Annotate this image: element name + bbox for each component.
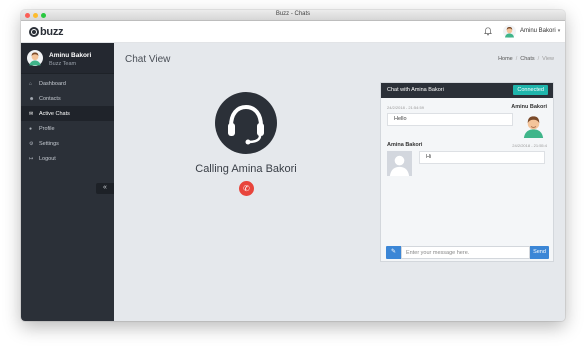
calling-text: Calling Amina Bakori bbox=[195, 163, 297, 175]
window-title: Buzz - Chats bbox=[275, 11, 311, 17]
sidebar-menu: ⌂ Dashboard ☻ Contacts ✉ Active Chats ● … bbox=[21, 76, 114, 166]
window-titlebar: Buzz - Chats bbox=[21, 10, 565, 21]
sidebar-item-label: Dashboard bbox=[39, 80, 66, 87]
sidebar-profile: Aminu Bakori Buzz Team bbox=[21, 43, 114, 74]
sidebar-item-label: Logout bbox=[39, 155, 56, 162]
breadcrumb: Home / Chats / View bbox=[498, 56, 554, 62]
sidebar-item-label: Active Chats bbox=[39, 110, 70, 117]
profile-avatar[interactable] bbox=[27, 50, 43, 66]
sidebar-item-contacts[interactable]: ☻ Contacts bbox=[21, 91, 114, 106]
gear-icon: ⚙ bbox=[29, 140, 34, 147]
sidebar-item-profile[interactable]: ● Profile bbox=[21, 121, 114, 136]
chevron-down-icon: ▾ bbox=[557, 28, 561, 34]
user-menu[interactable]: Aminu Bakori ▾ bbox=[520, 28, 560, 34]
user-icon: ● bbox=[29, 125, 33, 132]
send-button[interactable]: Send bbox=[530, 246, 549, 259]
page-title: Chat View bbox=[125, 54, 171, 65]
sidebar-item-settings[interactable]: ⚙ Settings bbox=[21, 136, 114, 151]
message-input[interactable] bbox=[401, 246, 530, 259]
profile-name: Aminu Bakori bbox=[49, 52, 92, 59]
sidebar-item-label: Contacts bbox=[39, 95, 61, 102]
users-icon: ☻ bbox=[29, 95, 35, 102]
sender-avatar bbox=[521, 113, 546, 138]
main-content: Chat View Home / Chats / View Calling Amina … bbox=[114, 43, 565, 321]
message-sender: Aminu Bakori bbox=[511, 104, 547, 110]
headset-icon bbox=[215, 92, 277, 154]
app-logo[interactable]: buzz bbox=[29, 26, 64, 38]
sidebar: Aminu Bakori Buzz Team ⌂ Dashboard ☻ Con… bbox=[21, 43, 114, 321]
message-bubble: Hi bbox=[419, 151, 545, 164]
breadcrumb-separator: / bbox=[515, 56, 518, 62]
logo-icon bbox=[29, 27, 39, 37]
sidebar-item-active-chats[interactable]: ✉ Active Chats bbox=[21, 106, 114, 121]
message-time: 24/2/2018 - 21:54:59 bbox=[387, 105, 424, 110]
message-time: 24/2/2018 - 21:55:4 bbox=[512, 143, 547, 148]
sidebar-item-label: Profile bbox=[39, 125, 55, 132]
sidebar-item-dashboard[interactable]: ⌂ Dashboard bbox=[21, 76, 114, 91]
sidebar-collapse-button[interactable]: « bbox=[96, 183, 114, 194]
chat-compose: ✎ Send bbox=[386, 246, 549, 259]
user-avatar[interactable] bbox=[503, 25, 516, 38]
logout-icon: ↦ bbox=[29, 155, 34, 162]
sidebar-item-logout[interactable]: ↦ Logout bbox=[21, 151, 114, 166]
status-badge: Connected bbox=[513, 85, 548, 95]
app-window: Buzz - Chats buzz Aminu Bakori ▾ Aminu B… bbox=[21, 10, 565, 321]
breadcrumb-separator: / bbox=[537, 56, 540, 62]
chat-header: Chat with Amina Bakori Connected bbox=[381, 83, 553, 98]
bell-icon[interactable] bbox=[483, 27, 493, 37]
message-bubble: Hello bbox=[387, 113, 513, 126]
phone-hangup-icon[interactable]: ✆ bbox=[239, 181, 254, 196]
breadcrumb-current: View bbox=[542, 56, 554, 62]
sidebar-item-label: Settings bbox=[39, 140, 59, 147]
logo-text: buzz bbox=[40, 26, 64, 38]
user-name: Aminu Bakori bbox=[520, 28, 556, 34]
message-sender: Amina Bakori bbox=[387, 142, 423, 148]
attach-icon[interactable]: ✎ bbox=[386, 246, 401, 259]
top-navbar: buzz Aminu Bakori ▾ bbox=[21, 21, 565, 43]
chat-title: Chat with Amina Bakori bbox=[387, 87, 444, 93]
breadcrumb-chats[interactable]: Chats bbox=[520, 56, 534, 62]
home-icon: ⌂ bbox=[29, 80, 33, 87]
receiver-avatar bbox=[387, 151, 412, 176]
breadcrumb-home[interactable]: Home bbox=[498, 56, 513, 62]
chat-icon: ✉ bbox=[29, 110, 34, 117]
profile-team: Buzz Team bbox=[49, 61, 77, 67]
chat-panel: Chat with Amina Bakori Connected 24/2/20… bbox=[380, 82, 554, 262]
